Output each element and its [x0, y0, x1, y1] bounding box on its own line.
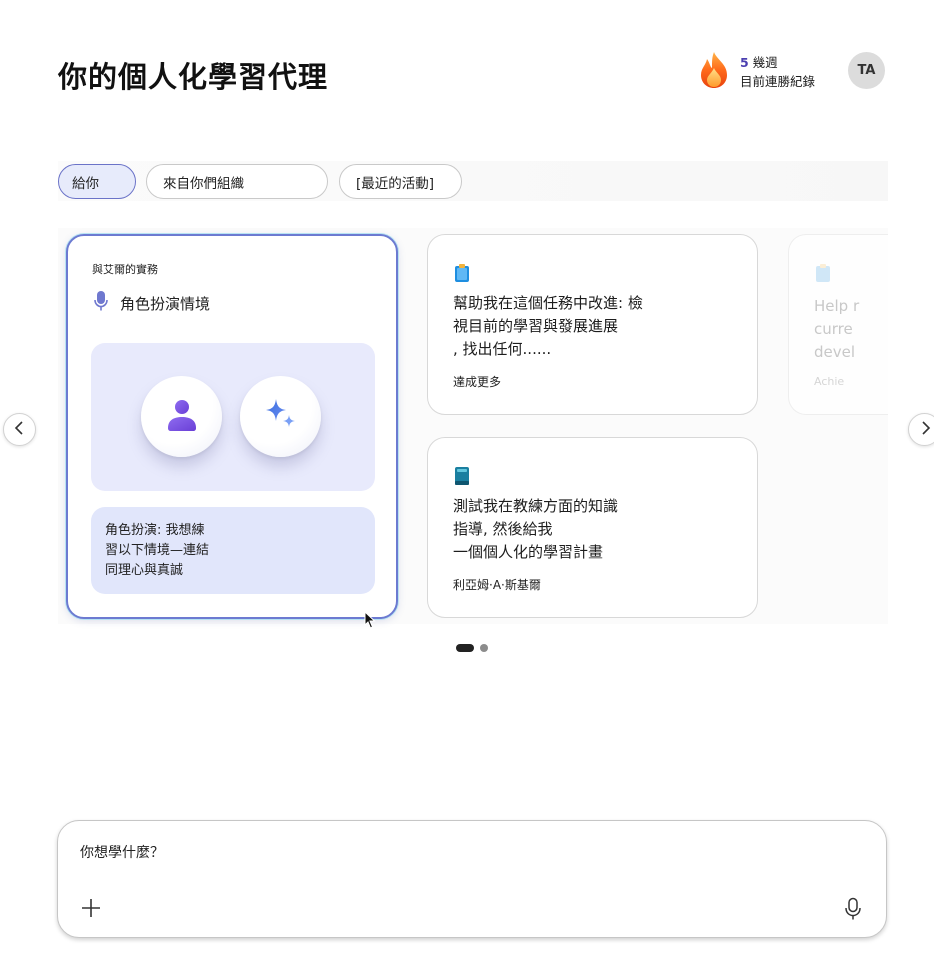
microphone-icon — [844, 897, 862, 925]
avatar[interactable]: TA — [848, 52, 885, 89]
sparkle-icon — [263, 397, 299, 437]
streak-label: 目前連勝紀錄 — [740, 74, 816, 89]
card-meta: 達成更多 — [453, 375, 502, 389]
sparkle-bubble — [240, 376, 321, 457]
card-meta: 利亞姆·A·斯基爾 — [453, 578, 541, 592]
chevron-left-icon — [14, 420, 26, 439]
tab-for-you[interactable]: 給你 — [58, 164, 136, 199]
carousel-prev-button[interactable] — [3, 413, 36, 446]
tab-bar: 給你 來自你們組織 [最近的活動] — [58, 161, 888, 201]
mouse-cursor-icon — [364, 610, 376, 633]
card-meta: Achie — [814, 375, 845, 388]
book-icon — [454, 466, 470, 490]
card-subtitle: 角色扮演情境 — [120, 294, 211, 313]
streak-indicator: 5 幾週 目前連勝紀錄 — [696, 50, 815, 94]
person-icon — [166, 398, 198, 436]
streak-unit: 幾週 — [748, 55, 778, 70]
learning-agent-page: 你的個人化學習代理 5 幾週 目前連勝紀錄 TA 給你 來自你們組織 [最近的活… — [0, 0, 934, 955]
carousel-next-button[interactable] — [908, 413, 934, 446]
suggestion-card-offscreen[interactable]: Help r curre devel Achie — [788, 234, 888, 415]
voice-input-button[interactable] — [844, 897, 862, 925]
pagination-dot-2[interactable] — [480, 644, 488, 652]
pagination-dot-1[interactable] — [456, 644, 474, 652]
card-description: 角色扮演: 我想練 習以下情境—連結 同理心與真誠 — [91, 507, 375, 594]
chat-composer — [57, 820, 887, 938]
suggestion-card-coaching[interactable]: 測試我在教練方面的知識 指導, 然後給我 一個個人化的學習計畫 利亞姆·A·斯基… — [427, 437, 758, 618]
tab-recent-activity[interactable]: [最近的活動] — [339, 164, 462, 199]
add-attachment-button[interactable] — [80, 897, 102, 923]
card-header: 與艾爾的實務 — [92, 263, 158, 276]
suggestion-card-progress[interactable]: 幫助我在這個任務中改進: 檢 視目前的學習與發展進展 , 找出任何...... … — [427, 234, 758, 415]
chevron-right-icon — [919, 420, 931, 439]
streak-count: 5 — [740, 55, 749, 70]
tab-from-organization[interactable]: 來自你們組織 — [146, 164, 328, 199]
chat-input[interactable] — [80, 841, 780, 865]
carousel-pagination — [456, 644, 488, 652]
page-title: 你的個人化學習代理 — [58, 60, 329, 94]
card-title: 測試我在教練方面的知識 指導, 然後給我 一個個人化的學習計畫 — [453, 497, 619, 561]
roleplay-illustration — [91, 343, 375, 491]
featured-roleplay-card[interactable]: 與艾爾的實務 角色扮演情境 角色扮演: 我想練 習以下情境—連結 同理心與真誠 — [66, 234, 398, 619]
microphone-icon — [94, 290, 108, 316]
flame-icon — [696, 50, 732, 94]
card-title: 幫助我在這個任務中改進: 檢 視目前的學習與發展進展 , 找出任何...... — [453, 294, 643, 358]
clipboard-icon — [454, 263, 470, 287]
person-bubble — [141, 376, 222, 457]
clipboard-icon — [815, 263, 831, 287]
card-title: Help r curre devel — [814, 297, 860, 361]
